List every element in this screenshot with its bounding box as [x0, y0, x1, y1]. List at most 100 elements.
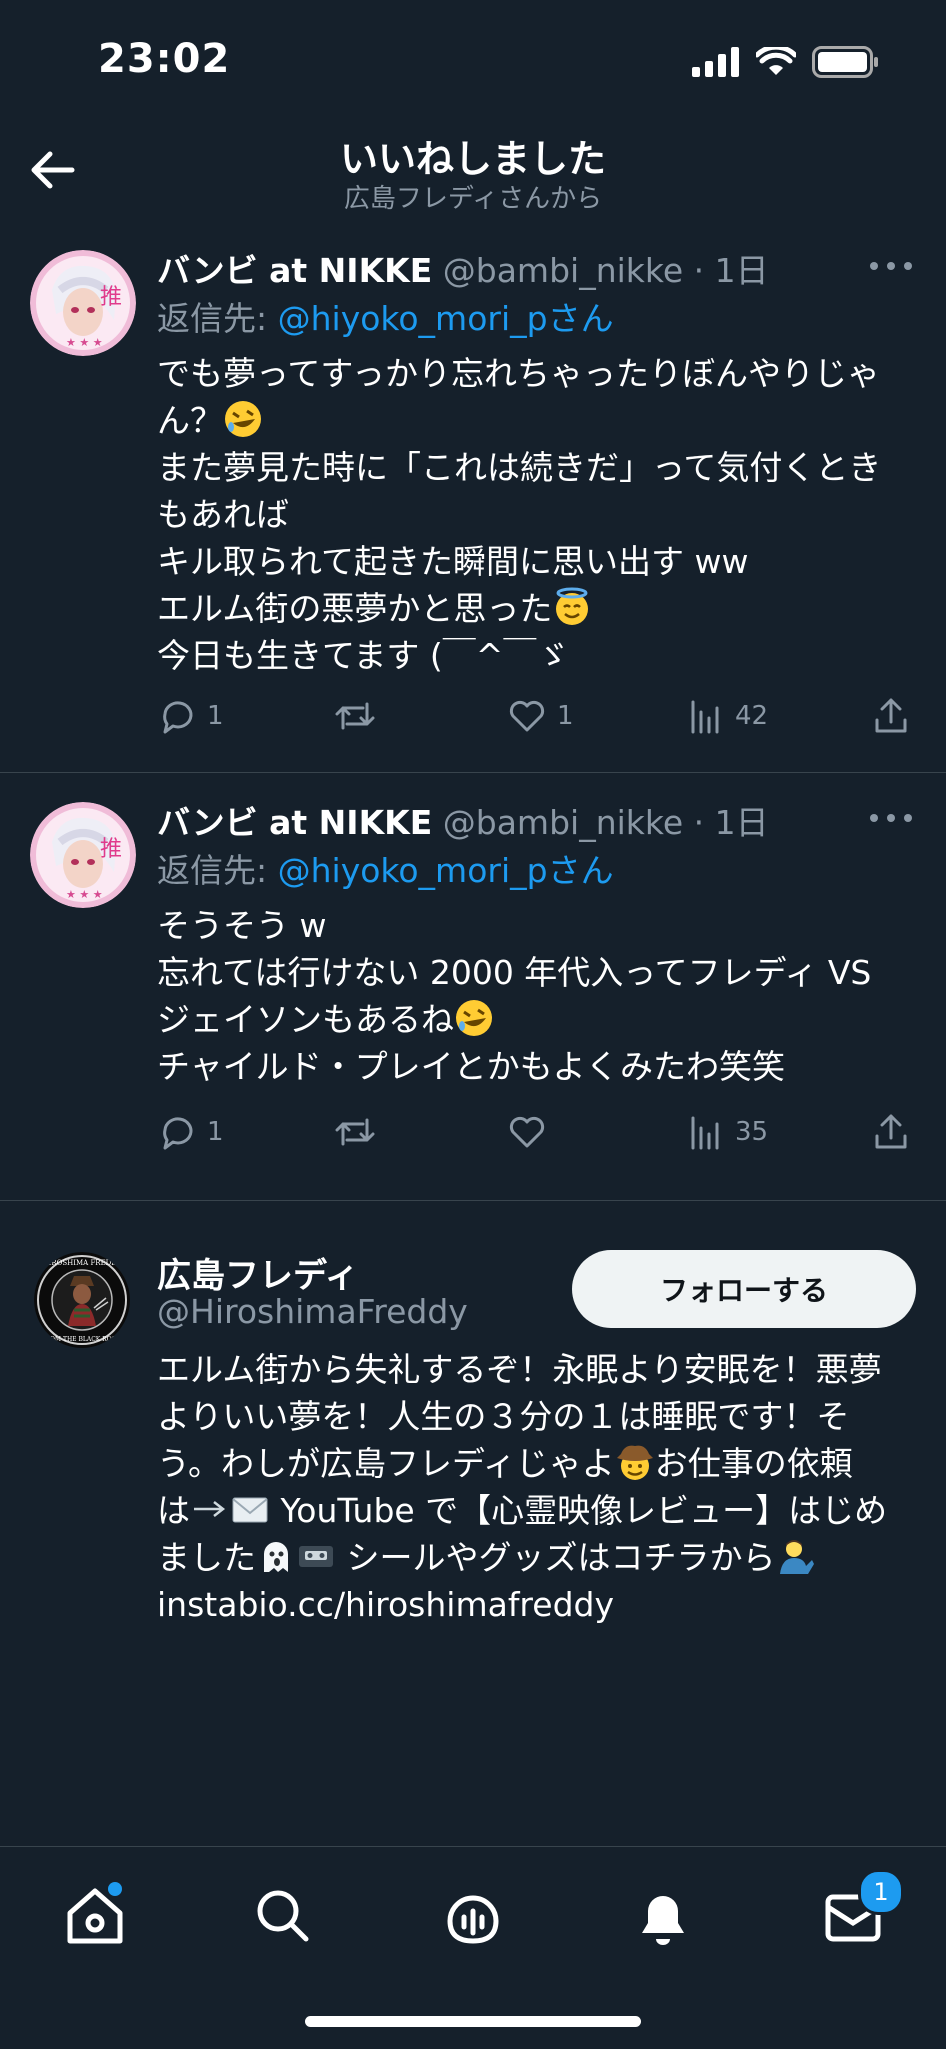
videocassette-emoji-icon [299, 1546, 333, 1567]
bio-line: お仕事の依頼 [654, 1444, 853, 1483]
tweet-actions: 1 1 42 [157, 696, 917, 742]
bio-line: シールやグッズはコチラから [346, 1538, 776, 1577]
reply-context: 返信先: @hiyoko_mori_pさん [157, 844, 614, 892]
svg-text:推: 推 [100, 837, 122, 862]
wifi-icon [756, 47, 796, 75]
person-tipping-hand-emoji-icon [779, 1540, 814, 1574]
rolling-laughing-emoji-icon [456, 1000, 492, 1036]
more-options-icon[interactable] [866, 256, 916, 276]
views-chart-icon [691, 1116, 719, 1150]
tweet-line: ジェイソンもあるね [157, 1000, 454, 1039]
avatar[interactable]: 推 ★ ★ ★ [30, 250, 136, 356]
tweet-line-wrap: ん？ [157, 397, 917, 444]
like-button[interactable] [507, 1112, 557, 1152]
bio-line-wrap: は YouTube で【心霊映像レビュー】はじめ [157, 1487, 917, 1534]
share-button[interactable] [871, 1112, 911, 1152]
share-icon [875, 1114, 907, 1149]
search-icon[interactable] [248, 1881, 318, 1951]
envelope-emoji-icon [232, 1497, 268, 1523]
cowboy-emoji-icon [616, 1445, 653, 1480]
tweet-line-wrap: エルム街の悪夢かと思った [157, 585, 917, 632]
avatar[interactable]: HIROSHIMA FREDDY FROM THE BLACK ROOM [34, 1252, 130, 1348]
tweet-text: でも夢ってすっかり忘れちゃったりぼんやりじゃ ん？ また夢見た時に「これは続きだ… [157, 350, 917, 679]
notifications-icon[interactable] [628, 1881, 698, 1951]
reply-handle-link[interactable]: @hiyoko_mori_p [278, 299, 548, 338]
page-title: いいねしました [339, 137, 606, 181]
header: いいねしました 広島フレディさんから [0, 120, 946, 220]
tweet-line: もあれば [157, 495, 289, 534]
rolling-laughing-emoji-icon [225, 401, 261, 437]
tweet[interactable]: 推 ★ ★ ★ バンビ at NIKKE @bambi_nikke · 1日 返… [0, 232, 946, 773]
follow-button[interactable]: フォローする [572, 1250, 916, 1328]
bio-link[interactable]: instabio.cc/hiroshimafreddy [157, 1581, 917, 1628]
tweet-actions: 1 35 [157, 1112, 917, 1158]
user-handle[interactable]: @bambi_nikke [443, 251, 683, 290]
messages-badge: 1 [858, 1869, 904, 1915]
views-chart-icon [691, 700, 719, 734]
share-icon [875, 698, 907, 733]
status-icons [692, 46, 880, 78]
retweet-button[interactable] [333, 1112, 387, 1152]
timestamp: 1日 [714, 251, 769, 290]
avatar[interactable]: 推 ★ ★ ★ [30, 802, 136, 908]
reply-prefix: 返信先: [157, 851, 268, 890]
tweet-line: でも夢ってすっかり忘れちゃったりぼんやりじゃ [157, 354, 881, 393]
retweet-icon [335, 702, 375, 730]
bio-line: ました [157, 1538, 256, 1577]
svg-text:推: 推 [100, 285, 122, 310]
more-options-icon[interactable] [866, 808, 916, 828]
views-button[interactable]: 42 [685, 696, 768, 736]
tweet-line: キル取られて起きた瞬間に思い出す ww [157, 542, 749, 581]
reply-context: 返信先: @hiyoko_mori_pさん [157, 292, 614, 340]
tweet-line: 忘れては行けない 2000 年代入ってフレディ VS [157, 953, 872, 992]
svg-text:★ ★ ★: ★ ★ ★ [66, 888, 103, 901]
tweet-line: エルム街の悪夢かと思った [157, 589, 553, 628]
view-count: 42 [735, 701, 769, 731]
tweet-meta: バンビ at NIKKE @bambi_nikke · 1日 [157, 796, 769, 844]
retweet-icon [335, 1118, 375, 1146]
page-subtitle: 広島フレディさんから [343, 184, 603, 214]
views-button[interactable]: 35 [685, 1112, 768, 1152]
bio-line: は [157, 1491, 190, 1530]
reply-button[interactable]: 1 [157, 1112, 224, 1152]
avatar-logo-text: HIROSHIMA FREDDY [42, 1259, 121, 1267]
tweet-line: チャイルド・プレイとかもよくみたわ笑笑 [157, 1047, 785, 1086]
bio-line: エルム街から失礼するぞ！永眠より安眠を！悪夢 [157, 1350, 882, 1389]
status-bar: 23:02 [0, 0, 946, 120]
like-button[interactable]: 1 [507, 696, 574, 736]
bio-line: う。わしが広島フレディじゃよ [157, 1444, 615, 1483]
user-handle[interactable]: @bambi_nikke [443, 803, 683, 842]
like-count: 1 [557, 701, 574, 731]
display-name[interactable]: バンビ at NIKKE [157, 251, 432, 290]
home-icon[interactable] [60, 1881, 130, 1951]
tweet-meta: バンビ at NIKKE @bambi_nikke · 1日 [157, 244, 769, 292]
tweet-line-wrap: ジェイソンもあるね [157, 996, 917, 1043]
share-button[interactable] [871, 696, 911, 736]
tweet-line: そうそう w [157, 906, 327, 945]
reply-handle-link[interactable]: @hiyoko_mori_p [278, 851, 548, 890]
avatar-logo-text: FROM THE BLACK ROOM [41, 1336, 122, 1343]
bio-line: YouTube で【心霊映像レビュー】はじめ [280, 1491, 888, 1530]
ghost-emoji-icon [264, 1542, 288, 1572]
display-name[interactable]: バンビ at NIKKE [157, 803, 432, 842]
reply-button[interactable]: 1 [157, 696, 224, 736]
status-time: 23:02 [98, 36, 231, 82]
bio-line-wrap: う。わしが広島フレディじゃよ お仕事の依頼 [157, 1440, 917, 1487]
profile-name[interactable]: 広島フレディ [157, 1248, 359, 1297]
tweet[interactable]: 推 ★ ★ ★ バンビ at NIKKE @bambi_nikke · 1日 返… [0, 784, 946, 1201]
heart-icon [509, 1116, 545, 1148]
retweet-button[interactable] [333, 696, 387, 736]
bio-line: よりいい夢を！人生の３分の１は睡眠です！そ [157, 1397, 850, 1436]
bio-line-wrap: ました シールやグッズはコチラから [157, 1534, 917, 1581]
profile-handle[interactable]: @HiroshimaFreddy [157, 1292, 468, 1331]
reply-suffix: さん [547, 299, 614, 338]
reply-count: 1 [207, 701, 224, 731]
view-count: 35 [735, 1117, 769, 1147]
messages-nav-item[interactable]: 1 [818, 1869, 904, 1951]
spaces-icon[interactable] [438, 1881, 508, 1951]
tweet-line: ん？ [157, 401, 223, 440]
separator-dot: · [693, 251, 705, 290]
svg-text:★ ★ ★: ★ ★ ★ [66, 336, 103, 349]
user-card[interactable]: HIROSHIMA FREDDY FROM THE BLACK ROOM 広島フ… [0, 1200, 946, 1640]
reply-icon [163, 701, 193, 734]
